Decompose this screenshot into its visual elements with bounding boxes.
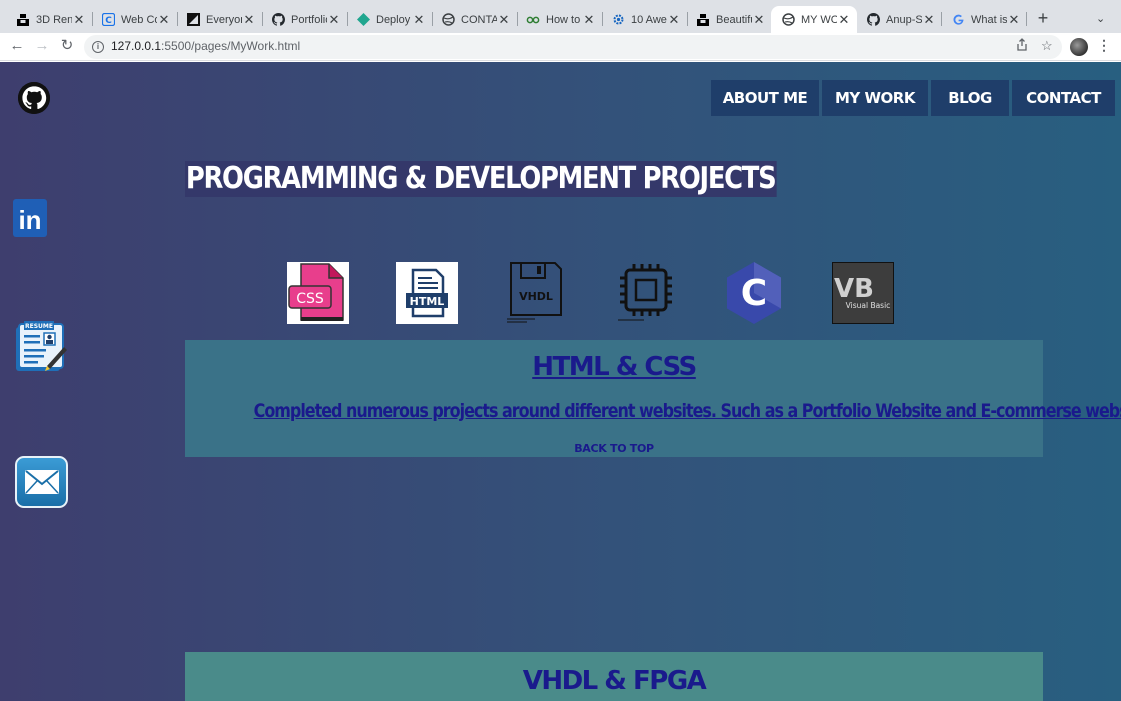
close-icon[interactable]: ✕ (582, 12, 596, 28)
svg-text:Visual Basic: Visual Basic (846, 301, 891, 310)
mail-icon[interactable] (15, 456, 68, 508)
unsplash-icon (16, 13, 30, 27)
chip-icon[interactable] (614, 262, 676, 324)
tab-separator (1026, 12, 1027, 26)
new-tab-button[interactable]: + (1034, 9, 1052, 27)
forward-icon[interactable]: → (33, 37, 51, 55)
google-icon (951, 13, 965, 27)
html-icon[interactable]: HTML (396, 262, 458, 324)
svg-text:C: C (741, 273, 767, 314)
browser-tab[interactable]: C Web Co ✕ (85, 6, 177, 33)
github-icon (271, 13, 285, 27)
close-icon[interactable]: ✕ (667, 12, 681, 28)
back-to-top-link[interactable]: BACK TO TOP (185, 442, 1043, 455)
vhdl-icon[interactable]: VHDL (505, 262, 567, 324)
info-icon[interactable]: i (92, 41, 104, 53)
page-title: PROGRAMMING & DEVELOPMENT PROJECTS (185, 161, 777, 197)
nav-about-me[interactable]: ABOUT ME (711, 80, 819, 116)
project-description[interactable]: Completed numerous projects around diffe… (254, 400, 1121, 422)
browser-tab[interactable]: Portfolio ✕ (255, 6, 347, 33)
more-menu-icon[interactable]: ⋮ (1097, 37, 1111, 54)
chevron-down-icon[interactable]: ⌄ (1096, 12, 1105, 25)
browser-tab[interactable]: What is ✕ (941, 6, 1027, 33)
page-content: in RESUME ABOUT ME MY WORK BLOG CONTACT (0, 62, 1121, 701)
browser-tab[interactable]: CONTAC ✕ (425, 6, 517, 33)
browser-toolbar: ← → ↻ i 127.0.0.1:5500/pages/MyWork.html… (0, 33, 1121, 61)
nav-blog[interactable]: BLOG (931, 80, 1009, 116)
close-icon[interactable]: ✕ (922, 12, 936, 28)
browser-tab[interactable]: Deploy ✕ (340, 6, 432, 33)
zeit-icon (186, 13, 200, 27)
close-icon[interactable]: ✕ (157, 12, 171, 28)
back-icon[interactable]: ← (8, 37, 26, 55)
c-language-icon[interactable]: C (723, 262, 785, 324)
nav-contact[interactable]: CONTACT (1012, 80, 1115, 116)
browser-tab[interactable]: Everyon ✕ (170, 6, 262, 33)
url-text[interactable]: 127.0.0.1:5500/pages/MyWork.html (111, 39, 300, 53)
project-title[interactable]: HTML & CSS (185, 352, 1043, 382)
project-card-html-css: HTML & CSS Completed numerous projects a… (185, 340, 1121, 457)
github-icon[interactable] (18, 82, 50, 114)
linkedin-icon[interactable]: in (13, 199, 47, 237)
close-icon[interactable]: ✕ (497, 12, 511, 28)
profile-avatar[interactable] (1070, 38, 1088, 56)
link-icon (526, 13, 540, 27)
svg-text:C: C (105, 16, 112, 26)
globe-icon (441, 13, 455, 27)
github-icon (866, 13, 880, 27)
close-icon[interactable]: ✕ (1007, 12, 1021, 28)
close-icon[interactable]: ✕ (837, 12, 851, 28)
browser-tab[interactable]: How to ✕ (510, 6, 602, 33)
close-icon[interactable]: ✕ (752, 12, 766, 28)
browser-tab-strip: 3D Rend ✕ C Web Co ✕ Everyon ✕ Portfolio… (0, 0, 1121, 33)
close-icon[interactable]: ✕ (327, 12, 341, 28)
close-icon[interactable]: ✕ (72, 12, 86, 28)
project-title: VHDL & FPGA (522, 666, 707, 696)
star-icon[interactable]: ☆ (1041, 38, 1053, 54)
browser-tab[interactable]: 10 Awes ✕ (595, 6, 687, 33)
netlify-icon (356, 13, 370, 27)
web-icon: C (101, 13, 115, 27)
reload-icon[interactable]: ↻ (58, 37, 76, 55)
svg-text:HTML: HTML (410, 295, 445, 308)
browser-tab-active[interactable]: MY WO ✕ (771, 6, 857, 33)
globe-icon (781, 13, 795, 27)
main-nav: ABOUT ME MY WORK BLOG CONTACT (711, 80, 1115, 116)
browser-tab[interactable]: Beautifu ✕ (680, 6, 772, 33)
close-icon[interactable]: ✕ (242, 12, 256, 28)
nav-my-work[interactable]: MY WORK (822, 80, 928, 116)
css-icon[interactable]: CSS (287, 262, 349, 324)
svg-text:CSS: CSS (296, 291, 324, 307)
visual-basic-icon[interactable]: VB Visual Basic (832, 262, 894, 324)
address-bar[interactable]: i 127.0.0.1:5500/pages/MyWork.html (84, 35, 1062, 59)
share-icon[interactable] (1016, 38, 1028, 54)
unsplash-icon (696, 13, 710, 27)
resume-icon[interactable]: RESUME (14, 321, 67, 373)
gear-icon (611, 13, 625, 27)
close-icon[interactable]: ✕ (412, 12, 426, 28)
svg-text:RESUME: RESUME (25, 323, 53, 330)
browser-tab[interactable]: 3D Rend ✕ (0, 6, 92, 33)
project-card-vhdl-fpga: VHDL & FPGA (185, 652, 1043, 701)
svg-text:VHDL: VHDL (519, 290, 553, 303)
svg-text:VB: VB (834, 274, 874, 304)
browser-tab[interactable]: Anup-S ✕ (856, 6, 942, 33)
